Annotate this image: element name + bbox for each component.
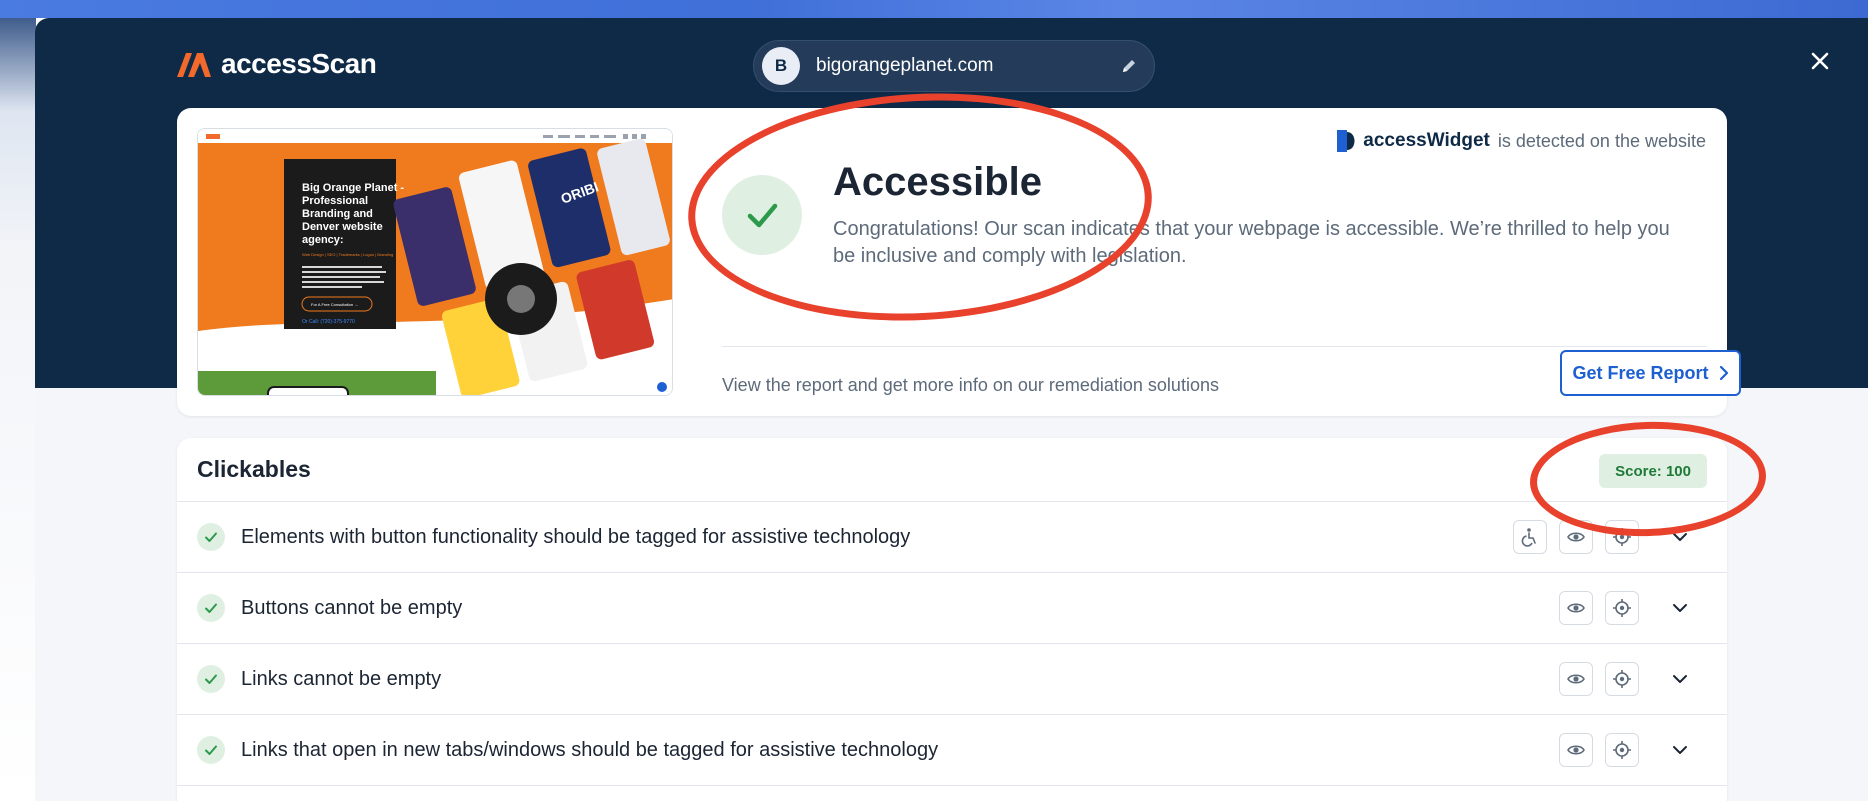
check-row-text: Links cannot be empty bbox=[241, 667, 442, 690]
check-row[interactable]: Links cannot be empty bbox=[177, 644, 1727, 715]
accesswidget-name: accessWidget bbox=[1363, 130, 1490, 151]
detected-text: is detected on the website bbox=[1497, 130, 1706, 151]
widget-detected-notice: accessWidget is detected on the website bbox=[1337, 130, 1706, 152]
website-screenshot: ORIBI Big Orange Planet - Professional B… bbox=[197, 128, 673, 396]
thumb-phone: Or Call: (720)-375-9770 bbox=[302, 319, 355, 325]
thumb-headline-5: agency: bbox=[302, 234, 344, 246]
close-icon[interactable] bbox=[1805, 46, 1835, 76]
chevron-right-icon bbox=[1719, 365, 1728, 381]
thumb-headline-3: Branding and bbox=[302, 208, 373, 220]
accessibility-icon[interactable] bbox=[1513, 520, 1547, 554]
clickables-panel: Clickables Score: 100 Elements with butt… bbox=[177, 438, 1727, 801]
brand-name: accessScan bbox=[221, 48, 377, 79]
chevron-down-icon[interactable] bbox=[1663, 591, 1697, 625]
row-tools bbox=[1513, 520, 1697, 554]
pass-check-icon bbox=[197, 736, 225, 764]
score-badge: Score: 100 bbox=[1599, 454, 1707, 488]
row-tools bbox=[1559, 662, 1697, 696]
check-row-text: Elements with button functionality shoul… bbox=[241, 525, 911, 548]
target-icon[interactable] bbox=[1605, 591, 1639, 625]
checkmark-icon bbox=[747, 203, 778, 228]
card-divider bbox=[722, 346, 1707, 347]
check-row[interactable]: Links that open in new tabs/windows shou… bbox=[177, 715, 1727, 786]
check-row-text: Buttons cannot be empty bbox=[241, 596, 463, 619]
clickables-title: Clickables bbox=[197, 456, 311, 482]
scan-modal: accessScan B bigorangeplanet.com ORIBI B… bbox=[35, 18, 1868, 801]
row-tools bbox=[1559, 733, 1697, 767]
thumb-headline-2: Professional bbox=[302, 195, 368, 207]
pass-check-icon bbox=[197, 594, 225, 622]
target-icon[interactable] bbox=[1605, 520, 1639, 554]
thumb-headline-4: Denver website bbox=[302, 221, 383, 233]
thumb-tagline: Web Design | SEO | Trademarks | Logos | … bbox=[302, 252, 393, 257]
accessible-status-icon bbox=[722, 175, 802, 255]
eye-icon[interactable] bbox=[1559, 591, 1593, 625]
eye-icon[interactable] bbox=[1559, 520, 1593, 554]
status-description: Congratulations! Our scan indicates that… bbox=[833, 218, 1670, 267]
check-row-text: Links that open in new tabs/windows shou… bbox=[241, 738, 939, 761]
pass-check-icon bbox=[197, 523, 225, 551]
status-title: Accessible bbox=[833, 160, 1043, 204]
check-row[interactable]: Buttons cannot be empty bbox=[177, 573, 1727, 644]
pass-check-icon bbox=[197, 665, 225, 693]
report-prompt: View the report and get more info on our… bbox=[722, 375, 1219, 395]
url-field[interactable]: B bigorangeplanet.com bbox=[753, 40, 1155, 92]
site-avatar: B bbox=[762, 47, 800, 85]
result-card: ORIBI Big Orange Planet - Professional B… bbox=[177, 108, 1741, 416]
accesswidget-brand: accessWidget bbox=[1337, 130, 1490, 152]
chevron-down-icon[interactable] bbox=[1663, 662, 1697, 696]
eye-icon[interactable] bbox=[1559, 733, 1593, 767]
pencil-icon[interactable] bbox=[1118, 55, 1140, 77]
background-page-edge bbox=[0, 18, 36, 801]
url-text[interactable]: bigorangeplanet.com bbox=[816, 55, 1118, 77]
row-tools bbox=[1559, 591, 1697, 625]
target-icon[interactable] bbox=[1605, 733, 1639, 767]
chevron-down-icon[interactable] bbox=[1663, 733, 1697, 767]
thumb-cta: For A Free Consultation → bbox=[311, 302, 358, 307]
clickables-header: Clickables Score: 100 bbox=[177, 438, 1727, 502]
thumb-headline-1: Big Orange Planet - bbox=[302, 182, 404, 194]
accesswidget-logo-icon bbox=[1337, 130, 1355, 152]
brand-logo: accessScan bbox=[177, 48, 377, 80]
check-row[interactable]: Elements with button functionality shoul… bbox=[177, 502, 1727, 573]
get-free-report-button[interactable]: Get Free Report bbox=[1560, 350, 1741, 396]
website-preview-image: ORIBI Big Orange Planet - Professional B… bbox=[198, 129, 672, 395]
accessscan-logo-icon bbox=[177, 53, 211, 77]
eye-icon[interactable] bbox=[1559, 662, 1593, 696]
target-icon[interactable] bbox=[1605, 662, 1639, 696]
chevron-down-icon[interactable] bbox=[1663, 520, 1697, 554]
get-free-report-label: Get Free Report bbox=[1572, 362, 1709, 383]
background-page-banner bbox=[0, 0, 1868, 18]
